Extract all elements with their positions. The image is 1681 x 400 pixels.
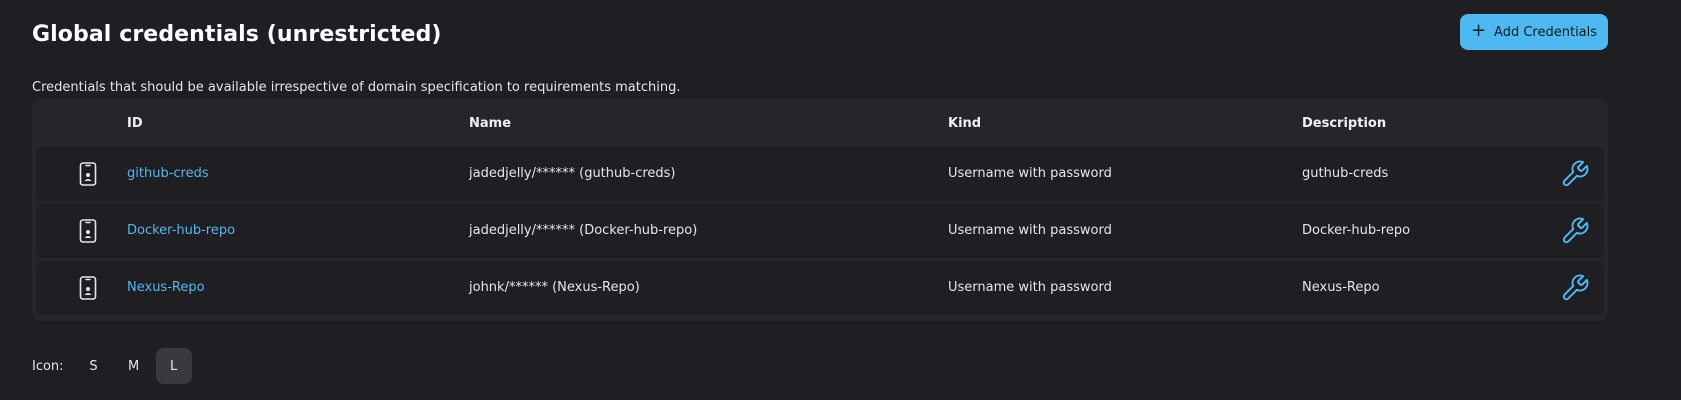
- credential-name: jadedjelly/****** (Docker-hub-repo): [469, 223, 698, 238]
- wrench-icon[interactable]: [1560, 159, 1590, 189]
- credential-description: Docker-hub-repo: [1302, 223, 1411, 238]
- column-header-description: Description: [1302, 116, 1387, 131]
- add-credentials-button[interactable]: + Add Credentials: [1460, 14, 1608, 50]
- column-header-name: Name: [469, 116, 512, 131]
- credentials-table: ID Name Kind Description github-creds ja…: [32, 99, 1608, 321]
- credential-kind: Username with password: [948, 223, 1112, 238]
- plus-icon: +: [1470, 20, 1487, 41]
- column-header-kind: Kind: [948, 116, 982, 131]
- table-row: Nexus-Repo johnk/****** (Nexus-Repo) Use…: [36, 261, 1604, 315]
- wrench-icon[interactable]: [1560, 273, 1590, 303]
- add-credentials-label: Add Credentials: [1494, 24, 1598, 40]
- icon-size-label: Icon:: [32, 358, 64, 374]
- mobile-user-icon: [79, 162, 97, 186]
- credential-name: johnk/****** (Nexus-Repo): [469, 280, 640, 295]
- wrench-icon[interactable]: [1560, 216, 1590, 246]
- icon-size-selector: Icon: S M L: [32, 348, 196, 384]
- table-row: Docker-hub-repo jadedjelly/****** (Docke…: [36, 204, 1604, 258]
- page-header: Global credentials (unrestricted) + Add …: [32, 14, 1681, 54]
- page-title: Global credentials (unrestricted): [32, 21, 442, 47]
- table-header: ID Name Kind Description: [36, 99, 1604, 147]
- icon-size-large-button[interactable]: L: [155, 348, 192, 384]
- credential-id-link[interactable]: Docker-hub-repo: [127, 223, 235, 238]
- store-description: Credentials that should be available irr…: [32, 80, 681, 95]
- mobile-user-icon: [79, 219, 97, 243]
- icon-size-medium-button[interactable]: M: [116, 348, 152, 384]
- icon-size-small-button[interactable]: S: [76, 348, 112, 384]
- mobile-user-icon: [79, 276, 97, 300]
- column-header-id: ID: [127, 116, 143, 131]
- credentials-page: Global credentials (unrestricted) + Add …: [0, 0, 1681, 400]
- table-row: github-creds jadedjelly/****** (guthub-c…: [36, 147, 1604, 201]
- credential-id-link[interactable]: Nexus-Repo: [127, 280, 205, 295]
- credential-description: guthub-creds: [1302, 166, 1389, 181]
- credential-description: Nexus-Repo: [1302, 280, 1380, 295]
- credential-id-link[interactable]: github-creds: [127, 166, 209, 181]
- credential-kind: Username with password: [948, 280, 1112, 295]
- credential-name: jadedjelly/****** (guthub-creds): [469, 166, 676, 181]
- credential-kind: Username with password: [948, 166, 1112, 181]
